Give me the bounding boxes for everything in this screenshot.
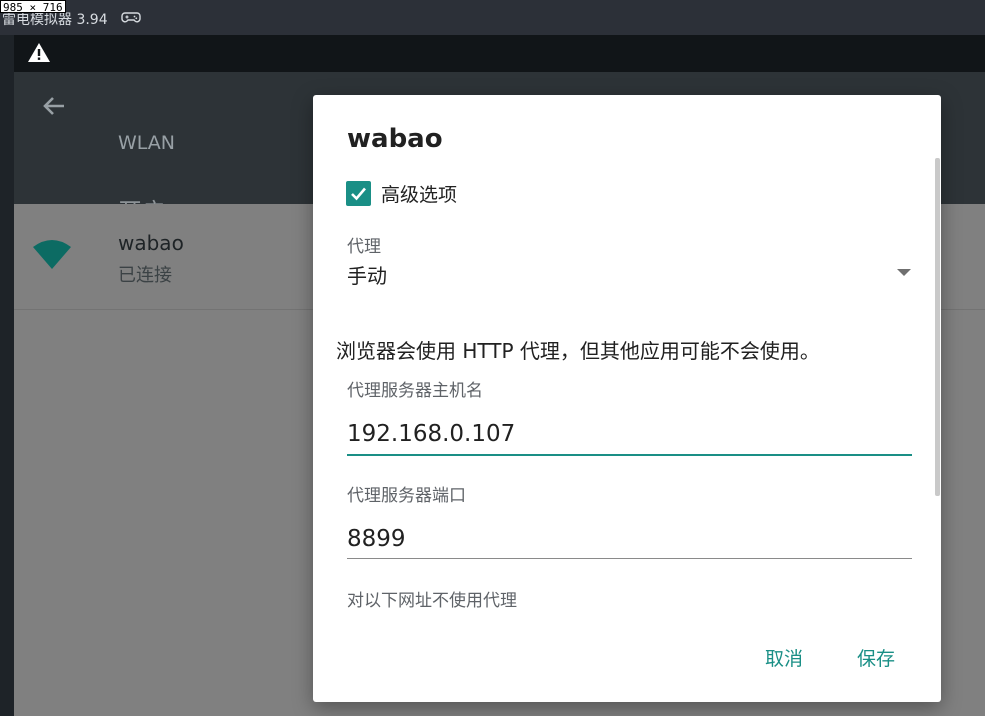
- proxy-label: 代理: [347, 237, 381, 257]
- chevron-down-icon[interactable]: [897, 269, 911, 276]
- proxy-host-input[interactable]: [347, 414, 912, 456]
- dialog-title: wabao: [347, 124, 443, 154]
- proxy-note: 浏览器会使用 HTTP 代理，但其他应用可能不会使用。: [336, 339, 820, 363]
- advanced-options-checkbox[interactable]: [346, 181, 371, 206]
- proxy-port-label: 代理服务器端口: [347, 486, 466, 506]
- dialog-scrollbar[interactable]: [935, 158, 940, 496]
- wifi-settings-dialog: wabao 高级选项 代理 手动 浏览器会使用 HTTP 代理，但其他应用可能不…: [313, 95, 941, 702]
- proxy-dropdown[interactable]: 手动: [347, 260, 387, 289]
- proxy-host-label: 代理服务器主机名: [347, 381, 483, 401]
- wifi-full-icon: [32, 238, 72, 274]
- advanced-options-label: 高级选项: [381, 184, 458, 206]
- network-ssid: wabao: [118, 231, 184, 255]
- network-status: 已连接: [118, 265, 172, 286]
- dimension-tag: 985 × 716: [0, 0, 66, 14]
- arrow-back-icon[interactable]: [40, 92, 68, 124]
- emulator-title-bar: 雷电模拟器 3.94 985 × 716: [0, 0, 985, 35]
- cancel-button[interactable]: 取消: [765, 644, 803, 671]
- app-bar-title: WLAN: [118, 132, 176, 154]
- proxy-port-input[interactable]: [347, 519, 912, 559]
- check-icon: [351, 187, 366, 201]
- emulator-side-strip: [0, 35, 14, 716]
- warning-icon: [27, 42, 51, 67]
- gamepad-icon[interactable]: [121, 9, 141, 29]
- advanced-options-row[interactable]: 高级选项: [346, 180, 457, 207]
- proxy-bypass-label[interactable]: 对以下网址不使用代理: [347, 586, 517, 611]
- status-bar: [14, 35, 985, 72]
- save-button[interactable]: 保存: [857, 644, 895, 671]
